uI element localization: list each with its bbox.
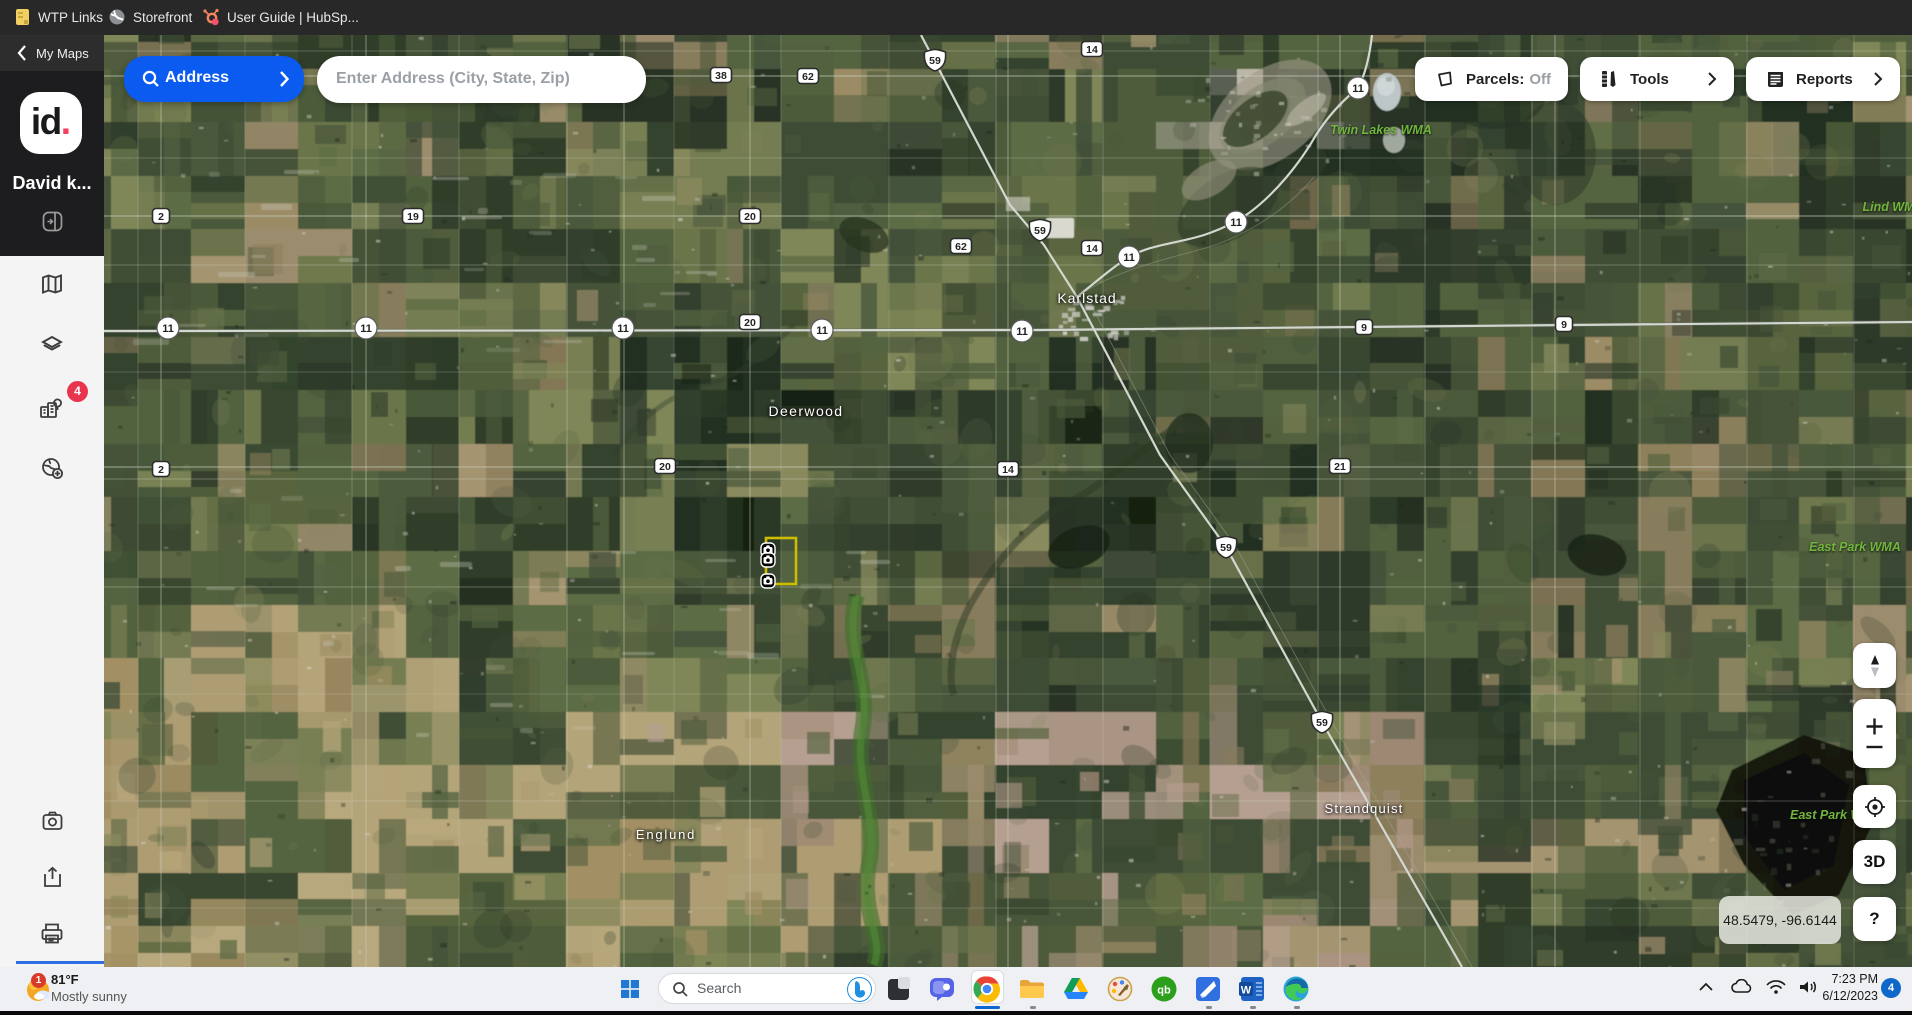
svg-text:9: 9 [1561,319,1567,331]
svg-text:11: 11 [162,323,174,335]
svg-text:19: 19 [407,211,419,223]
svg-text:W: W [1241,985,1252,997]
svg-text:59: 59 [1034,225,1046,237]
svg-text:11: 11 [360,323,372,335]
svg-text:38: 38 [715,70,727,82]
svg-text:2: 2 [158,211,164,223]
svg-text:Lind WMA: Lind WMA [1862,200,1912,214]
svg-text:62: 62 [955,241,967,253]
svg-text:qb: qb [1157,985,1171,997]
svg-text:East Park WMA: East Park WMA [1809,540,1901,554]
svg-text:20: 20 [659,461,671,473]
svg-text:11: 11 [816,325,828,337]
svg-text:59: 59 [1220,542,1232,554]
svg-text:Karlstad: Karlstad [1057,290,1116,306]
svg-text:59: 59 [929,55,941,67]
svg-text:14: 14 [1002,464,1014,476]
svg-text:2: 2 [158,464,164,476]
svg-text:21: 21 [1334,461,1346,473]
svg-text:Strandquist: Strandquist [1325,801,1404,816]
svg-text:14: 14 [1086,243,1098,255]
svg-text:Twin Lakes WMA: Twin Lakes WMA [1330,123,1432,137]
svg-text:11: 11 [1230,217,1242,229]
svg-text:20: 20 [744,317,756,329]
svg-text:11: 11 [617,323,629,335]
svg-text:Englund: Englund [636,827,696,842]
svg-text:59: 59 [1316,717,1328,729]
svg-text:11: 11 [1352,83,1364,95]
svg-text:62: 62 [802,71,814,83]
svg-text:20: 20 [744,211,756,223]
svg-text:Deerwood: Deerwood [768,403,843,419]
svg-text:9: 9 [1361,322,1367,334]
svg-text:11: 11 [1123,252,1135,264]
svg-text:11: 11 [1016,326,1028,338]
svg-text:14: 14 [1086,44,1098,56]
